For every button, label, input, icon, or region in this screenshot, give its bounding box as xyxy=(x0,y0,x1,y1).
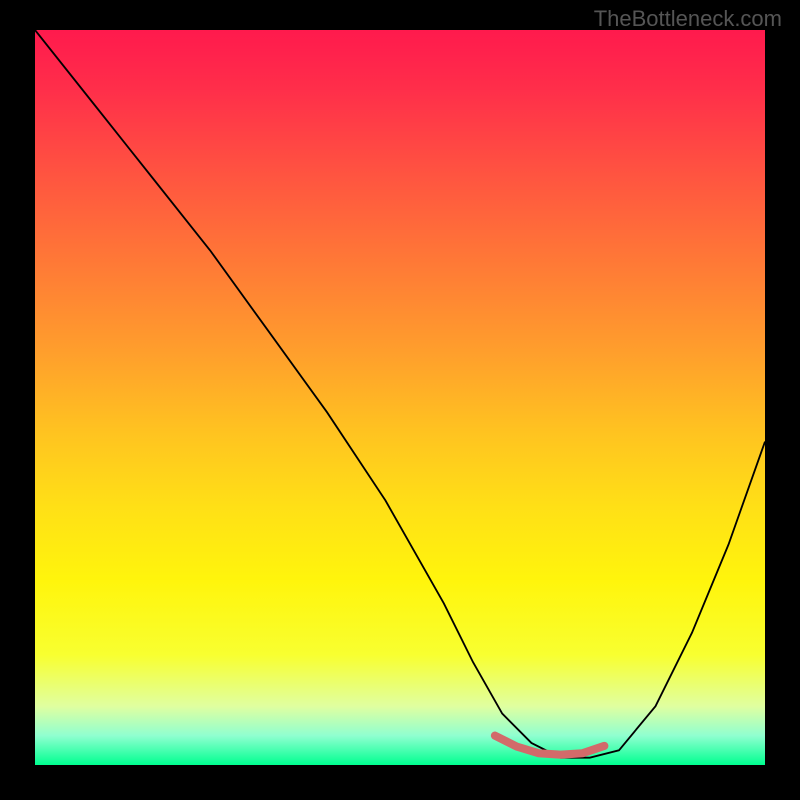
chart-svg xyxy=(35,30,765,765)
plot-area xyxy=(35,30,765,765)
highlight-segment xyxy=(495,736,605,755)
bottleneck-curve xyxy=(35,30,765,758)
watermark-text: TheBottleneck.com xyxy=(594,6,782,32)
